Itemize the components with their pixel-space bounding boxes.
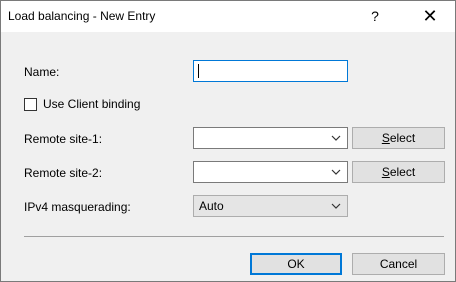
ipv4-masquerading-label: IPv4 masquerading:: [24, 200, 131, 214]
cancel-button[interactable]: Cancel: [352, 253, 445, 275]
chevron-down-icon: [331, 203, 341, 209]
name-input[interactable]: [193, 60, 348, 82]
remote-site-2-label: Remote site-2:: [24, 166, 103, 180]
load-balancing-dialog: Load balancing - New Entry ? ✕ Name: Use…: [0, 0, 456, 282]
name-label: Name:: [24, 65, 60, 79]
remote-site-1-combo[interactable]: [193, 127, 348, 149]
client-binding-checkbox[interactable]: [24, 98, 37, 111]
ipv4-masquerading-combo[interactable]: Auto: [193, 195, 348, 217]
chevron-down-icon: [331, 135, 341, 141]
remote-site-1-select-button[interactable]: Select: [352, 127, 445, 149]
remote-site-2-combo[interactable]: [193, 161, 348, 183]
separator: [24, 236, 444, 237]
help-button[interactable]: ?: [353, 1, 397, 32]
remote-site-1-label: Remote site-1:: [24, 132, 103, 146]
text-caret: [198, 64, 199, 78]
chevron-down-icon: [331, 169, 341, 175]
title-bar: Load balancing - New Entry ? ✕: [1, 1, 455, 32]
window-title: Load balancing - New Entry: [8, 9, 156, 23]
close-button[interactable]: ✕: [405, 1, 455, 32]
ipv4-masquerading-value: Auto: [199, 199, 224, 213]
remote-site-2-select-button[interactable]: Select: [352, 161, 445, 183]
ok-button[interactable]: OK: [250, 253, 342, 275]
client-binding-label: Use Client binding: [43, 97, 141, 111]
